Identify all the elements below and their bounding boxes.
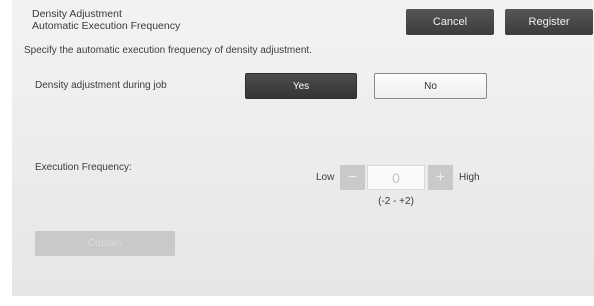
title-line-2: Automatic Execution Frequency	[32, 20, 181, 32]
high-label: High	[459, 172, 480, 183]
register-button[interactable]: Register	[505, 9, 593, 35]
cancel-button[interactable]: Cancel	[406, 9, 494, 35]
no-button[interactable]: No	[374, 73, 487, 99]
plus-icon: +	[435, 168, 446, 186]
density-during-job-label: Density adjustment during job	[35, 80, 167, 91]
custom-button[interactable]: Custom	[35, 231, 175, 256]
low-label: Low	[316, 172, 335, 183]
page-title: Density Adjustment Automatic Execution F…	[32, 8, 180, 32]
frequency-value-field[interactable]: 0	[367, 165, 425, 190]
frequency-range-hint: (-2 - +2)	[378, 196, 414, 207]
minus-icon: −	[347, 168, 358, 186]
increase-button[interactable]: +	[428, 165, 453, 190]
yes-button[interactable]: Yes	[245, 73, 357, 99]
title-line-1: Density Adjustment	[32, 8, 122, 20]
decrease-button[interactable]: −	[340, 165, 365, 190]
description-text: Specify the automatic execution frequenc…	[24, 45, 312, 56]
execution-frequency-label: Execution Frequency:	[35, 162, 132, 173]
